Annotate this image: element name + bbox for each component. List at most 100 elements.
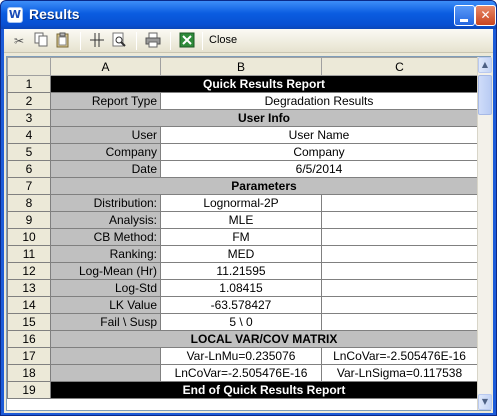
row-header[interactable]: 14 (7, 296, 51, 314)
row-header[interactable]: 4 (7, 126, 51, 144)
row-header[interactable]: 5 (7, 143, 51, 161)
row-header[interactable]: 8 (7, 194, 51, 212)
corner-cell[interactable] (7, 57, 51, 76)
value-cell-b[interactable]: MED (160, 245, 322, 263)
section-header-cell[interactable]: User Info (50, 109, 478, 127)
value-cell-b[interactable]: 1.08415 (160, 279, 322, 297)
label-cell[interactable]: Log-Std (50, 279, 161, 297)
value-cell-c[interactable] (321, 279, 478, 297)
table-row: 11 Ranking: MED (7, 245, 478, 263)
label-cell[interactable]: Log-Mean (Hr) (50, 262, 161, 280)
weibull-app-icon: W (7, 7, 23, 23)
row-header[interactable]: 10 (7, 228, 51, 246)
label-cell[interactable] (50, 347, 161, 365)
column-header-a[interactable]: A (50, 57, 161, 76)
label-cell[interactable]: User (50, 126, 161, 144)
row-header[interactable]: 17 (7, 347, 51, 365)
scroll-down-arrow-icon[interactable]: ▼ (478, 394, 492, 410)
label-cell[interactable]: Distribution: (50, 194, 161, 212)
value-cell-b[interactable]: LnCoVar=-2.505476E-16 (160, 364, 322, 382)
value-cell-c[interactable] (321, 211, 478, 229)
toolbar-separator (170, 32, 171, 50)
close-button[interactable]: Close (209, 34, 237, 46)
table-row: 13 Log-Std 1.08415 (7, 279, 478, 297)
row-header[interactable]: 3 (7, 109, 51, 127)
row-header[interactable]: 2 (7, 92, 51, 110)
print-preview-icon[interactable] (110, 32, 128, 50)
copy-icon[interactable] (32, 32, 50, 50)
value-cell-c[interactable] (321, 313, 478, 331)
value-cell-b[interactable]: 11.21595 (160, 262, 322, 280)
toolbar-separator (202, 32, 203, 50)
results-sheet: A B C 1 Quick Results Report 2 Report Type D… (7, 57, 478, 399)
value-cell[interactable]: 6/5/2014 (160, 160, 478, 178)
value-cell-c[interactable] (321, 194, 478, 212)
row-header[interactable]: 15 (7, 313, 51, 331)
table-row: 6 Date 6/5/2014 (7, 160, 478, 178)
value-cell-b[interactable]: FM (160, 228, 322, 246)
value-cell-b[interactable]: Var-LnMu=0.235076 (160, 347, 322, 365)
table-row: 15 Fail \ Susp 5 \ 0 (7, 313, 478, 331)
label-cell[interactable]: CB Method: (50, 228, 161, 246)
close-icon: ✕ (480, 8, 491, 22)
vertical-scrollbar[interactable]: ▲ ▼ (477, 57, 492, 410)
column-fit-icon[interactable] (88, 32, 106, 50)
value-cell-c[interactable] (321, 262, 478, 280)
label-cell[interactable]: Report Type (50, 92, 161, 110)
close-window-button[interactable]: ✕ (475, 5, 496, 26)
toolbar-separator (136, 32, 137, 50)
table-row: 12 Log-Mean (Hr) 11.21595 (7, 262, 478, 280)
value-cell-c[interactable] (321, 245, 478, 263)
value-cell[interactable]: User Name (160, 126, 478, 144)
value-cell-b[interactable]: Lognormal-2P (160, 194, 322, 212)
paste-icon[interactable] (54, 32, 72, 50)
value-cell[interactable]: Degradation Results (160, 92, 478, 110)
row-header[interactable]: 13 (7, 279, 51, 297)
value-cell-c[interactable]: LnCoVar=-2.505476E-16 (321, 347, 478, 365)
value-cell-b[interactable]: MLE (160, 211, 322, 229)
cut-icon[interactable]: ✂ (10, 32, 28, 50)
table-row: 9 Analysis: MLE (7, 211, 478, 229)
excel-export-icon[interactable] (178, 32, 196, 50)
minimize-button[interactable] (454, 5, 475, 26)
row-header[interactable]: 6 (7, 160, 51, 178)
section-header-cell[interactable]: Parameters (50, 177, 478, 195)
value-cell-c[interactable] (321, 296, 478, 314)
label-cell[interactable]: Date (50, 160, 161, 178)
section-header-cell[interactable]: LOCAL VAR/COV MATRIX (50, 330, 478, 348)
row-header[interactable]: 7 (7, 177, 51, 195)
table-row: 17 Var-LnMu=0.235076 LnCoVar=-2.505476E-16 (7, 347, 478, 365)
value-cell-c[interactable]: Var-LnSigma=0.117538 (321, 364, 478, 382)
row-header[interactable]: 9 (7, 211, 51, 229)
section-title-cell[interactable]: Quick Results Report (50, 75, 478, 93)
label-cell[interactable]: LK Value (50, 296, 161, 314)
print-icon[interactable] (144, 32, 162, 50)
label-cell[interactable]: Company (50, 143, 161, 161)
row-header[interactable]: 16 (7, 330, 51, 348)
label-cell[interactable] (50, 364, 161, 382)
column-header-c[interactable]: C (321, 57, 478, 76)
row-header[interactable]: 18 (7, 364, 51, 382)
table-row: 19 End of Quick Results Report (7, 381, 478, 399)
scroll-up-arrow-icon[interactable]: ▲ (478, 57, 492, 73)
value-cell-b[interactable]: 5 \ 0 (160, 313, 322, 331)
table-row: 10 CB Method: FM (7, 228, 478, 246)
value-cell-b[interactable]: -63.578427 (160, 296, 322, 314)
row-header[interactable]: 19 (7, 381, 51, 399)
column-header-b[interactable]: B (160, 57, 322, 76)
row-header[interactable]: 1 (7, 75, 51, 93)
label-cell[interactable]: Ranking: (50, 245, 161, 263)
value-cell[interactable]: Company (160, 143, 478, 161)
label-cell[interactable]: Fail \ Susp (50, 313, 161, 331)
toolbar: ✂ Close (4, 29, 493, 53)
table-row: 2 Report Type Degradation Results (7, 92, 478, 110)
value-cell-c[interactable] (321, 228, 478, 246)
row-header[interactable]: 12 (7, 262, 51, 280)
section-title-cell[interactable]: End of Quick Results Report (50, 381, 478, 399)
row-header[interactable]: 11 (7, 245, 51, 263)
window-body: ✂ Close A B C 1 Quick Results Report 2 R… (4, 29, 493, 413)
label-cell[interactable]: Analysis: (50, 211, 161, 229)
window-title: Results (29, 6, 80, 22)
scrollbar-thumb[interactable] (478, 75, 492, 115)
title-bar[interactable]: W Results ✕ (1, 1, 496, 29)
